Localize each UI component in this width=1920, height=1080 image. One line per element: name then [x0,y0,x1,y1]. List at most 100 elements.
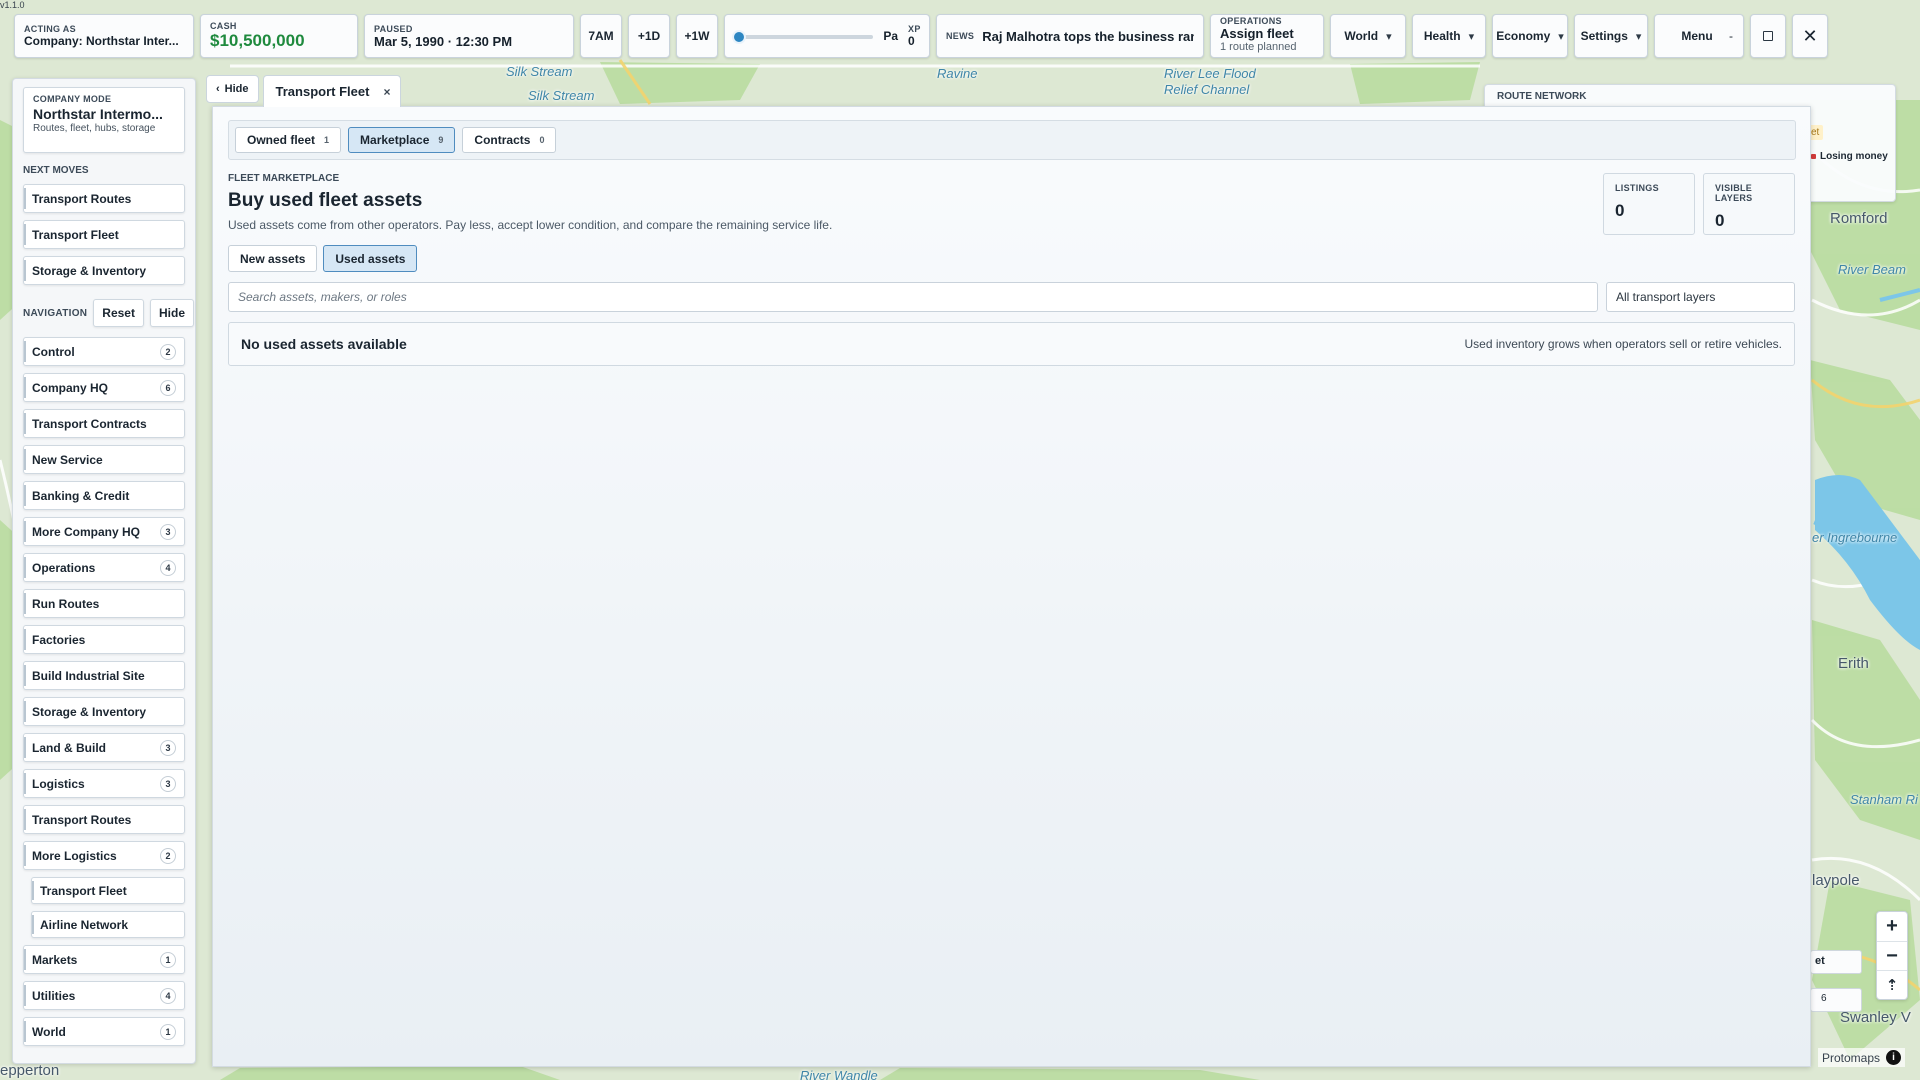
zoom-in-button[interactable]: + [1877,912,1907,941]
sidebar-item-label: More Logistics [32,848,117,863]
next-move-label: Storage & Inventory [32,263,147,278]
sidebar-item-transport-fleet[interactable]: Transport Fleet [31,877,185,904]
map-label: Stanham Ri [1850,792,1918,807]
empty-state-title: No used assets available [241,336,407,352]
sidebar-item-markets[interactable]: Markets 1 [23,945,185,974]
clock-box: PAUSED Mar 5, 1990 · 12:30 PM [364,14,574,58]
skip-1d-button[interactable]: +1D [628,14,670,58]
sidebar-item-airline-network[interactable]: Airline Network [31,911,185,938]
section-caption: FLEET MARKETPLACE [228,173,340,184]
asset-search-input[interactable] [228,282,1598,312]
tab-transport-fleet[interactable]: Transport Fleet × [262,75,402,107]
speed-slider[interactable] [732,30,874,44]
sidebar-item-storage-inventory[interactable]: Storage & Inventory [23,697,185,726]
sidebar-item-factories[interactable]: Factories [23,625,185,654]
xp-value: 0 [908,34,915,48]
close-window-button[interactable]: ✕ [1792,14,1828,58]
subtab-contracts[interactable]: Contracts 0 [462,127,557,153]
maximize-icon [1763,31,1773,41]
acting-as-caption: ACTING AS [24,24,76,34]
map-label: River Beam [1838,262,1906,277]
map-label: Silk Stream [506,64,573,79]
health-dropdown[interactable]: Health [1412,14,1486,58]
acting-as-box[interactable]: ACTING AS Company: Northstar Inter... [14,14,194,58]
listings-value: 0 [1615,201,1625,220]
subtab-owned-fleet[interactable]: Owned fleet 1 [235,127,342,153]
sidebar-item-more-logistics[interactable]: More Logistics 2 [23,841,185,870]
economy-dropdown[interactable]: Economy [1492,14,1568,58]
speed-slider-thumb[interactable] [732,30,747,44]
next-move-storage[interactable]: Storage & Inventory [23,256,185,285]
map-label: Ravine [937,66,978,81]
close-tab-icon[interactable]: × [383,85,390,99]
sidebar-item-label: Factories [32,632,86,647]
visible-layers-value: 0 [1715,211,1725,230]
sidebar-item-more-company-hq[interactable]: More Company HQ 3 [23,517,185,546]
nav-reset-button[interactable]: Reset [93,299,144,327]
settings-dropdown[interactable]: Settings [1574,14,1648,58]
sidebar-item-transport-contracts[interactable]: Transport Contracts [23,409,185,438]
transport-layer-select[interactable]: All transport layers [1606,282,1795,312]
hide-panel-button[interactable]: ‹ Hide [206,75,259,103]
sidebar-item-operations[interactable]: Operations 4 [23,553,185,582]
skip-7am-button[interactable]: 7AM [580,14,622,58]
nav-hide-button[interactable]: Hide [149,299,194,327]
speed-box: Pa XP 0 [724,14,930,58]
subtab-count: 9 [438,135,444,145]
map-attribution[interactable]: Protomaps i [1818,1048,1906,1067]
map-label: er Ingrebourne [1812,530,1898,545]
next-move-transport-fleet[interactable]: Transport Fleet [23,220,185,249]
next-move-transport-routes[interactable]: Transport Routes [23,184,185,213]
sidebar-item-label: Run Routes [32,596,100,611]
news-ticker[interactable]: NEWS Raj Malhotra tops the business rank [936,14,1204,58]
count-badge: 6 [160,379,176,396]
next-moves-caption: NEXT MOVES [23,165,89,176]
cash-value: $10,500,000 [210,31,305,50]
operations-caption: OPERATIONS [1220,16,1282,26]
sidebar-item-build-industrial-site[interactable]: Build Industrial Site [23,661,185,690]
route-status-label: Losing money [1820,151,1888,162]
sidebar-item-utilities[interactable]: Utilities 4 [23,981,185,1010]
sidebar-item-run-routes[interactable]: Run Routes [23,589,185,618]
map-label: River Wandle [800,1068,878,1080]
attribution-label: Protomaps [1822,1050,1881,1065]
maximize-button[interactable] [1750,14,1786,58]
company-name: Northstar Intermo... [33,106,163,122]
zoom-out-button[interactable]: − [1877,941,1907,970]
company-mode-card[interactable]: COMPANY MODE Northstar Intermo... Routes… [23,87,185,153]
map-edge-card[interactable]: et [1810,950,1862,974]
map-edge-card[interactable]: 6 [1810,988,1862,1012]
world-dropdown[interactable]: World [1330,14,1406,58]
sidebar-item-label: Company HQ [32,380,109,395]
cash-box: CASH $10,500,000 [200,14,358,58]
skip-1w-button[interactable]: +1W [676,14,718,58]
subtab-count: 0 [539,135,545,145]
asset-type-toggle: New assets Used assets [228,245,1795,272]
reset-north-button[interactable]: ⇡ [1877,970,1907,999]
sidebar-item-company-hq[interactable]: Company HQ 6 [23,373,185,402]
sidebar-item-label: Control [32,344,75,359]
subtab-marketplace[interactable]: Marketplace 9 [348,127,456,153]
menu-label: Menu [1681,29,1713,43]
operations-box[interactable]: OPERATIONS Assign fleet 1 route planned [1210,14,1324,58]
cash-caption: CASH [210,21,237,31]
sidebar-item-land-build[interactable]: Land & Build 3 [23,733,185,762]
used-assets-button[interactable]: Used assets [323,245,418,272]
company-subtitle: Routes, fleet, hubs, storage [33,123,156,134]
sidebar-item-new-service[interactable]: New Service [23,445,185,474]
world-label: World [1344,29,1379,43]
menu-button[interactable]: Menu - [1654,14,1744,58]
sidebar-item-transport-routes[interactable]: Transport Routes [23,805,185,834]
map-label-town: Erith [1838,655,1869,672]
subtab-label: Marketplace [360,133,430,147]
sidebar-item-control[interactable]: Control 2 [23,337,185,366]
new-assets-button[interactable]: New assets [228,245,318,272]
sidebar-item-world[interactable]: World 1 [23,1017,185,1046]
sidebar-item-logistics[interactable]: Logistics 3 [23,769,185,798]
close-icon: ✕ [1802,25,1818,46]
count-badge: 3 [160,775,176,792]
info-icon[interactable]: i [1886,1050,1902,1065]
visible-layers-stat: VISIBLE LAYERS 0 [1703,173,1795,235]
map-label: Silk Stream [528,88,595,103]
sidebar-item-banking-credit[interactable]: Banking & Credit [23,481,185,510]
